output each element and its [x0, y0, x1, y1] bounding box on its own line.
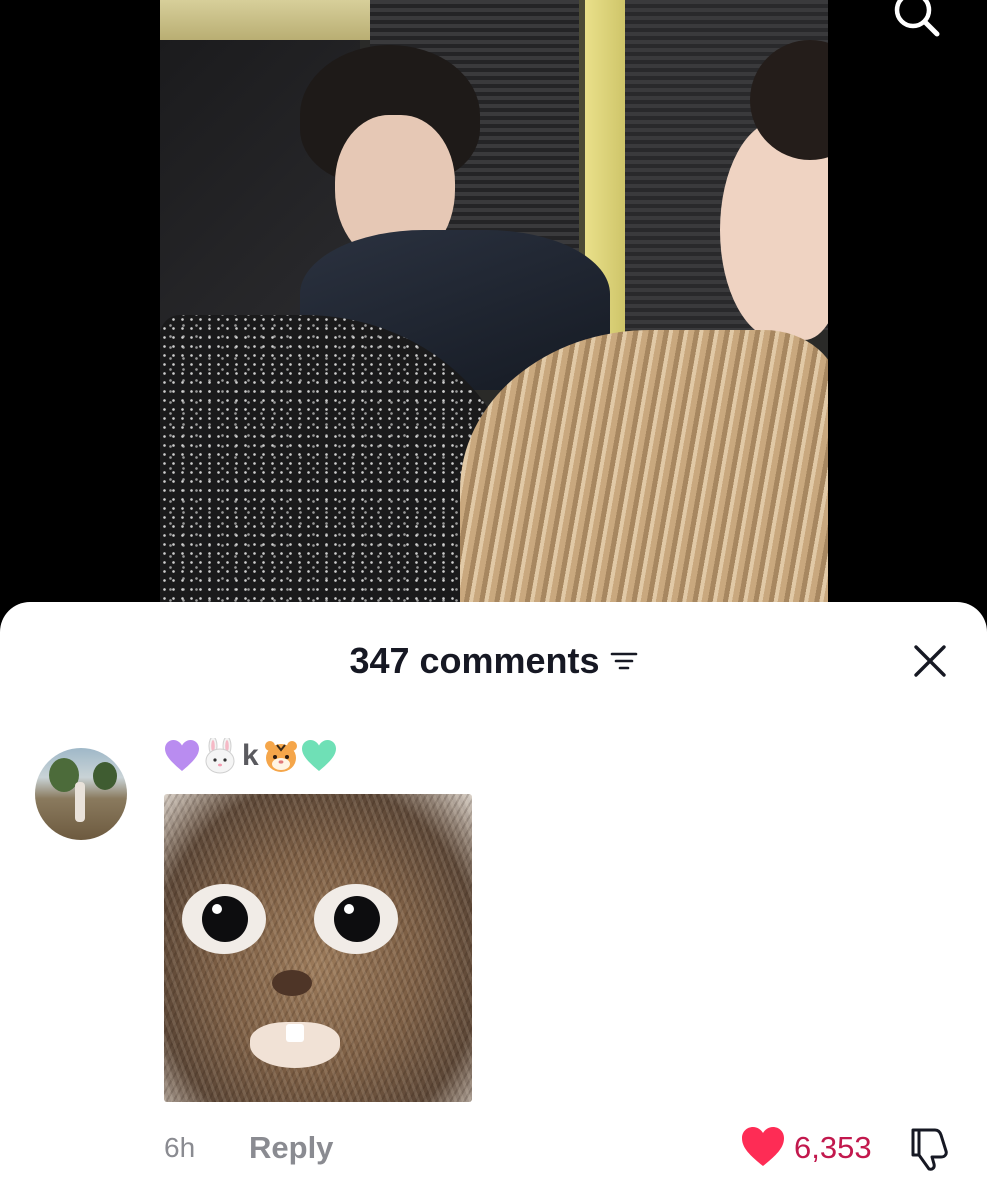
username-text: k [242, 739, 259, 772]
video-blond-hair [460, 330, 828, 640]
close-button[interactable] [905, 636, 955, 686]
comments-sheet: 347 comments k 6h Reply 6,353 [0, 602, 987, 1200]
comment-username[interactable]: k [164, 736, 337, 776]
search-icon [894, 0, 940, 37]
comments-header: 347 comments [0, 632, 987, 688]
purple-heart-icon [165, 740, 199, 771]
video-player[interactable] [0, 0, 987, 640]
search-button[interactable] [885, 0, 945, 44]
green-heart-icon [301, 740, 336, 771]
cat-surprised-sticker[interactable] [164, 794, 472, 1102]
rabbit-face-icon [205, 738, 235, 774]
comments-count-title: 347 comments [349, 640, 600, 681]
thumbs-down-icon[interactable] [905, 1124, 953, 1172]
video-window-left [160, 0, 370, 40]
like-count: 6,353 [794, 1130, 872, 1165]
heart-icon[interactable] [740, 1125, 786, 1169]
video-frame[interactable] [160, 0, 828, 640]
reply-button[interactable]: Reply [249, 1130, 333, 1166]
sort-lines-icon[interactable] [610, 649, 638, 673]
video-person-right [720, 40, 828, 340]
tiger-face-icon [264, 741, 297, 772]
close-x-icon [914, 645, 946, 677]
comment-timestamp: 6h [164, 1132, 196, 1163]
comment-item: k 6h Reply 6,353 [0, 732, 987, 1192]
avatar[interactable] [35, 748, 127, 840]
